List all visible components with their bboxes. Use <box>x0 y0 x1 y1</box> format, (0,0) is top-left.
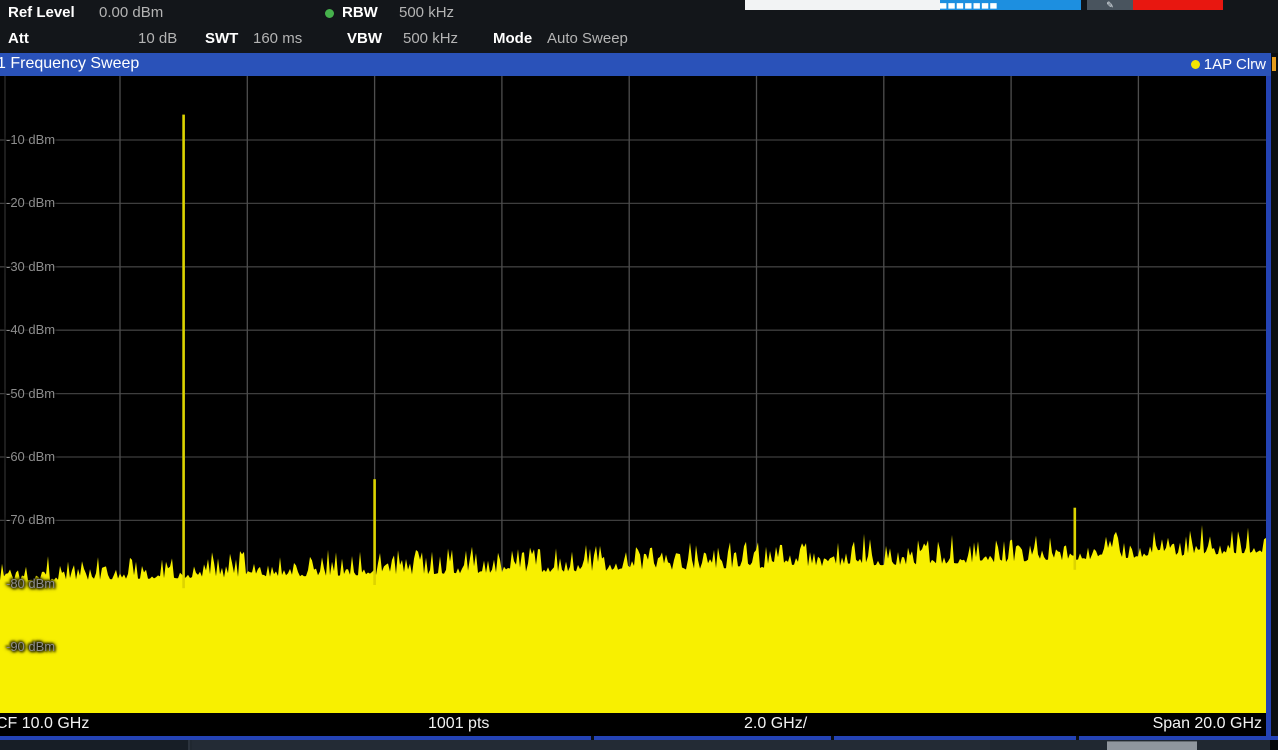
signal-peak <box>182 115 185 589</box>
mode-label[interactable]: Mode <box>493 30 532 47</box>
ref-level-value[interactable]: 0.00 dBm <box>99 4 163 21</box>
mode-value[interactable]: Auto Sweep <box>547 30 628 47</box>
spectrum-plot-area[interactable] <box>0 76 1266 713</box>
att-value[interactable]: 10 dB <box>138 30 177 47</box>
y-axis-tick-label: -20 dBm <box>6 195 55 210</box>
x-axis-footer-bar: CF 10.0 GHz 1001 pts 2.0 GHz/ Span 20.0 … <box>0 713 1266 736</box>
per-division-label[interactable]: 2.0 GHz/ <box>744 715 807 733</box>
vbw-value[interactable]: 500 kHz <box>403 30 458 47</box>
y-axis-tick-label: -10 dBm <box>6 132 55 147</box>
toolbar-blue-button[interactable]: ▄▄▄▄▄▄▄ <box>940 0 1081 10</box>
spectrum-analyzer-screen: Ref Level 0.00 dBm RBW 500 kHz Att 10 dB… <box>0 0 1278 750</box>
y-axis-tick-label: -50 dBm <box>6 386 55 401</box>
y-axis-tick-label: -90 dBm <box>6 639 55 654</box>
y-axis-tick-label: -60 dBm <box>6 449 55 464</box>
signal-peak <box>1074 508 1077 570</box>
trace-badge-label: 1AP Clrw <box>1204 56 1266 73</box>
rbw-label[interactable]: RBW <box>342 4 378 21</box>
swt-label[interactable]: SWT <box>205 30 238 47</box>
swt-value[interactable]: 160 ms <box>253 30 302 47</box>
att-label[interactable]: Att <box>8 30 29 47</box>
rbw-value[interactable]: 500 kHz <box>399 4 454 21</box>
trace-color-dot-icon <box>1191 60 1200 69</box>
bottom-sliver-gray-box[interactable] <box>1107 741 1197 750</box>
toolbar-red-button[interactable] <box>1133 0 1223 10</box>
sweep-status-icon <box>325 9 334 18</box>
bottom-sliver-corner <box>1270 740 1278 750</box>
bottom-sliver-left-segment <box>0 740 190 750</box>
ref-level-label[interactable]: Ref Level <box>8 4 75 21</box>
signal-peak <box>373 479 376 585</box>
sweep-points-label[interactable]: 1001 pts <box>428 715 489 733</box>
center-frequency-label[interactable]: CF 10.0 GHz <box>0 715 89 733</box>
span-label[interactable]: Span 20.0 GHz <box>1153 715 1262 733</box>
trace-badge[interactable]: 1AP Clrw <box>1191 56 1266 73</box>
window-title-bar[interactable]: 1 Frequency Sweep 1AP Clrw <box>0 53 1278 76</box>
orange-edge-marker <box>1272 57 1276 71</box>
spectrum-svg <box>0 76 1266 713</box>
toolbar-sliver-background <box>745 0 940 10</box>
y-axis-tick-label: -30 dBm <box>6 259 55 274</box>
pen-icon[interactable]: ✎ <box>1087 0 1133 10</box>
y-axis-tick-label: -70 dBm <box>6 512 55 527</box>
y-axis-tick-label: -40 dBm <box>6 322 55 337</box>
y-axis-tick-label: -80 dBm <box>6 576 55 591</box>
window-title: 1 Frequency Sweep <box>0 55 139 73</box>
vbw-label[interactable]: VBW <box>347 30 382 47</box>
bottom-sliver-mid-segment <box>192 740 990 750</box>
right-gutter <box>1271 53 1278 750</box>
